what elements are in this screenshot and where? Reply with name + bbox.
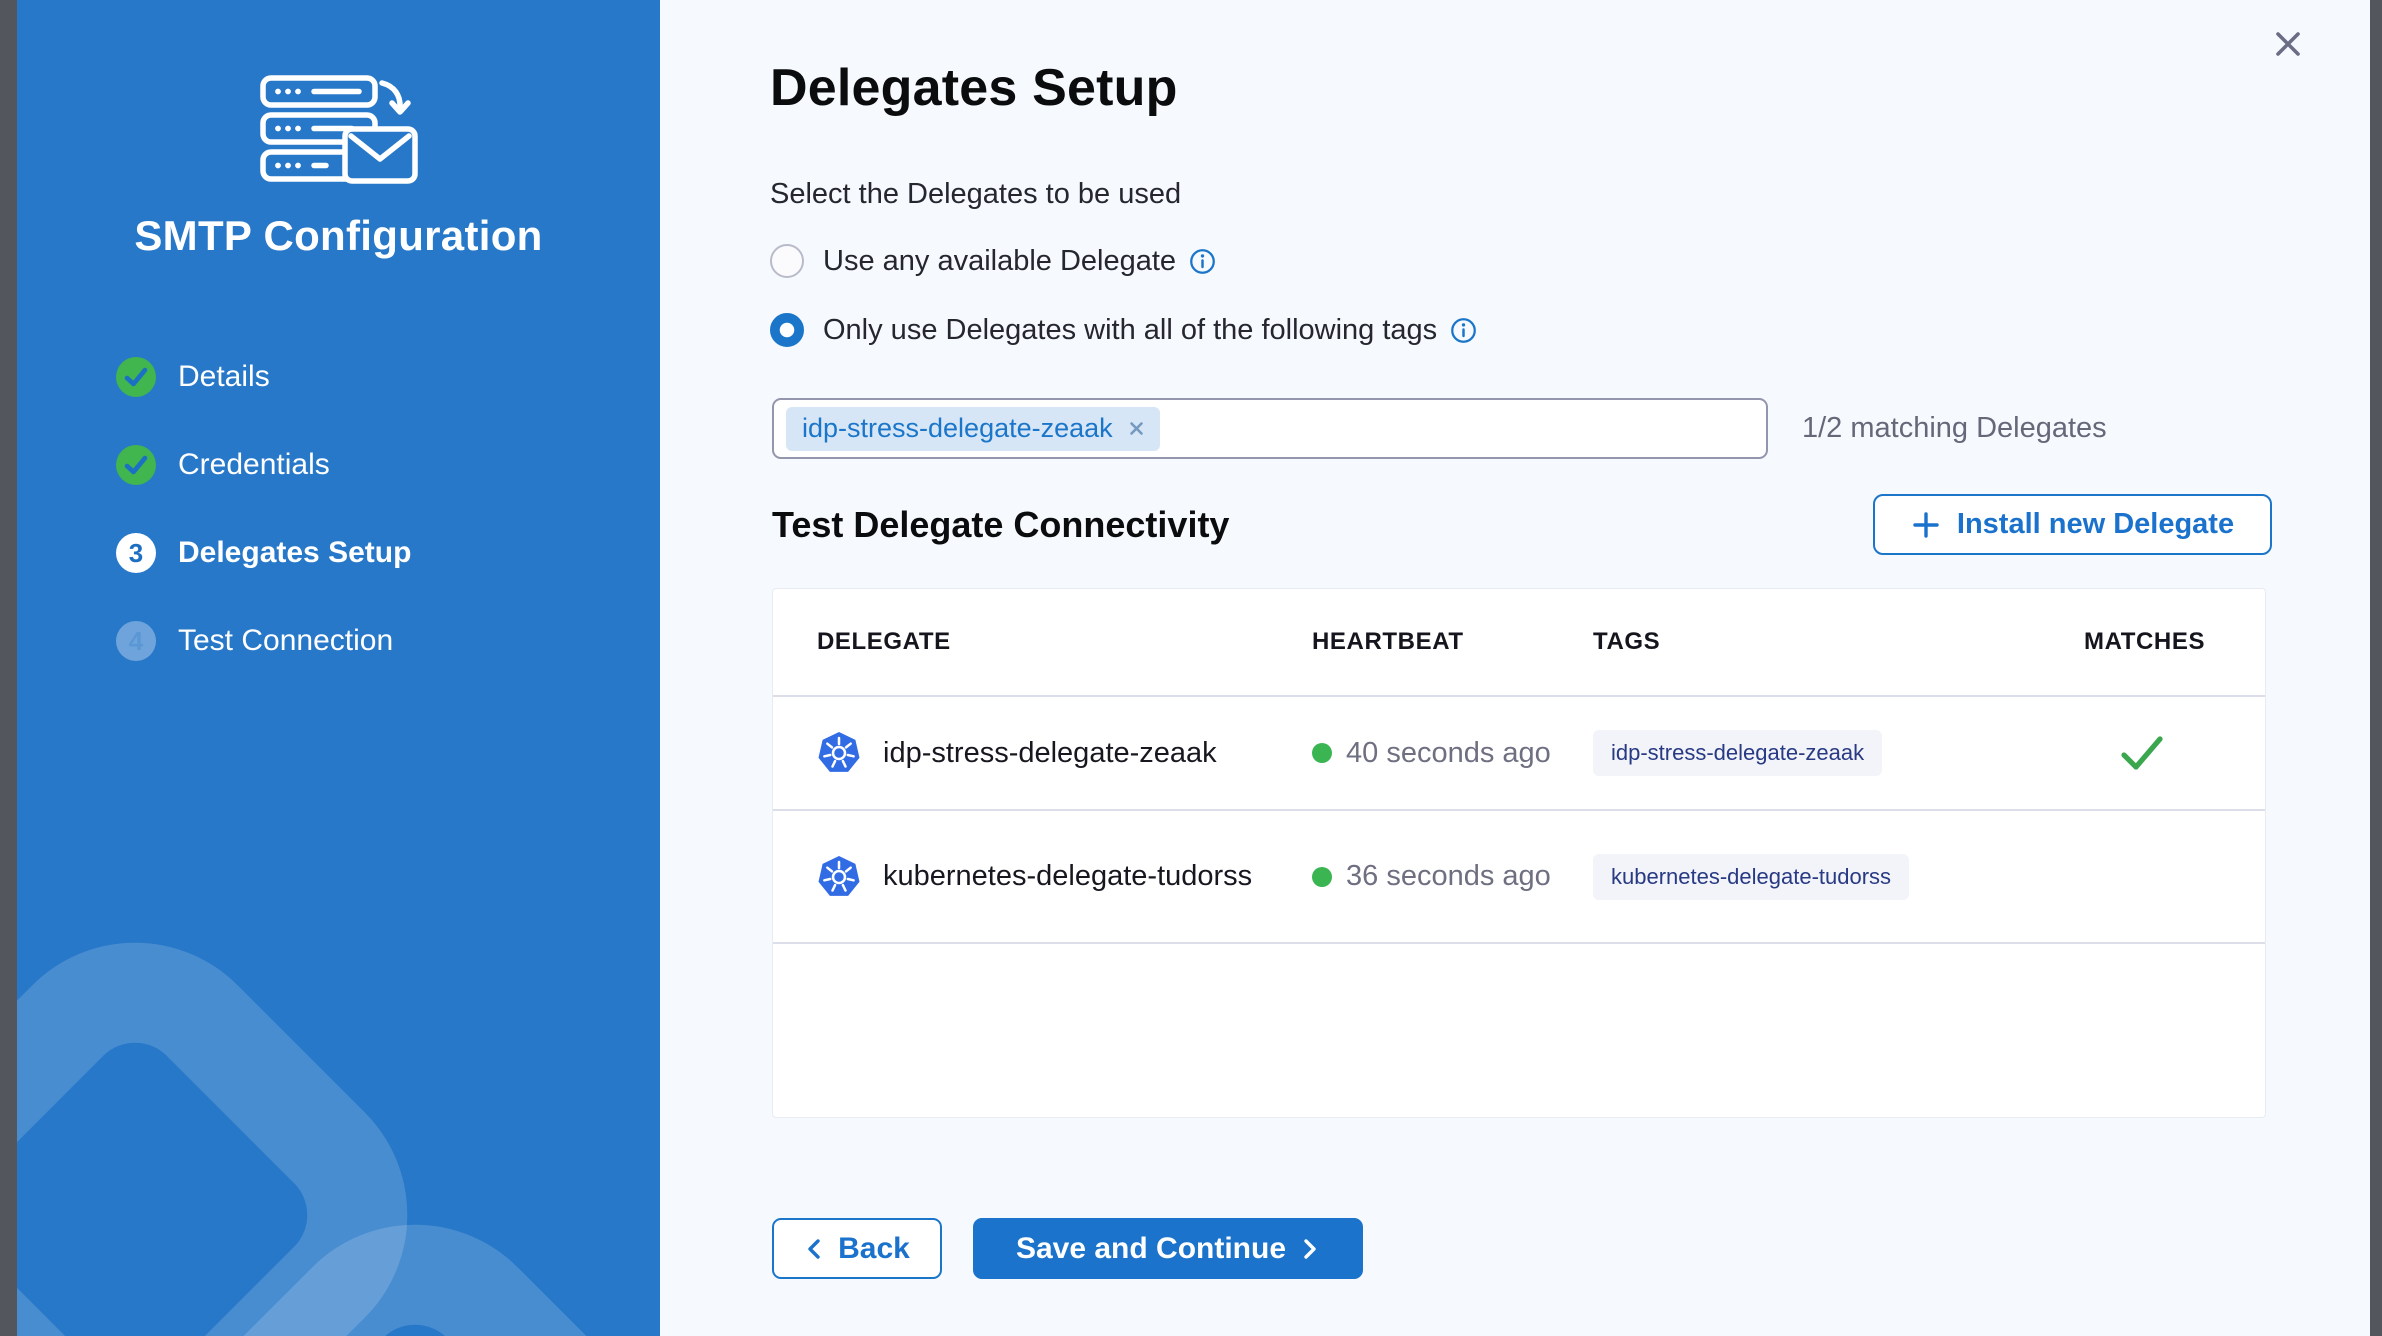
connectivity-section-header: Test Delegate Connectivity Install new D… — [772, 494, 2272, 555]
step-label: Details — [178, 360, 270, 394]
save-and-continue-button[interactable]: Save and Continue — [973, 1218, 1363, 1279]
page-subtitle: Select the Delegates to be used — [770, 178, 1181, 211]
radio-label: Use any available Delegate — [823, 245, 1176, 278]
heartbeat-time: 40 seconds ago — [1346, 737, 1551, 770]
delegate-name: idp-stress-delegate-zeaak — [883, 737, 1217, 770]
heartbeat-cell: 40 seconds ago — [1312, 737, 1593, 770]
delegate-tag: idp-stress-delegate-zeaak — [1593, 730, 1882, 776]
radio-any-delegate[interactable]: Use any available Delegate — [770, 243, 1477, 279]
delegate-tags-row: idp-stress-delegate-zeaak 1/2 matching D… — [772, 398, 2107, 459]
wizard-steps: Details Credentials 3 Delegates Setup 4 … — [116, 357, 411, 709]
step-label: Test Connection — [178, 624, 393, 658]
radio-label: Only use Delegates with all of the follo… — [823, 314, 1437, 347]
chevron-right-icon — [1300, 1236, 1320, 1262]
step-delegates-setup[interactable]: 3 Delegates Setup — [116, 533, 411, 573]
radio-delegates-with-tags[interactable]: Only use Delegates with all of the follo… — [770, 312, 1477, 348]
radio-unselected[interactable] — [770, 244, 804, 278]
step-details[interactable]: Details — [116, 357, 411, 397]
install-new-delegate-button[interactable]: Install new Delegate — [1873, 494, 2272, 555]
table-row[interactable]: kubernetes-delegate-tudorss 36 seconds a… — [773, 811, 2265, 944]
step-completed-check-icon — [116, 445, 156, 485]
harness-logo-watermark — [17, 776, 660, 1336]
column-header-matches: MATCHES — [2084, 628, 2205, 656]
column-header-delegate: DELEGATE — [817, 628, 1312, 656]
table-row[interactable]: idp-stress-delegate-zeaak 40 seconds ago… — [773, 697, 2265, 811]
delegate-tag: kubernetes-delegate-tudorss — [1593, 854, 1909, 900]
heartbeat-status-dot — [1312, 743, 1332, 763]
tag-chip-label: idp-stress-delegate-zeaak — [802, 413, 1113, 444]
heartbeat-time: 36 seconds ago — [1346, 860, 1551, 893]
tag-remove-icon[interactable] — [1127, 419, 1146, 438]
wizard-title: SMTP Configuration — [17, 212, 660, 260]
info-icon[interactable] — [1450, 317, 1477, 344]
column-header-tags: TAGS — [1593, 628, 2084, 656]
info-icon[interactable] — [1189, 248, 1216, 275]
kubernetes-icon — [817, 854, 861, 900]
dimmed-background-right — [2370, 0, 2382, 1336]
delegate-tags-input[interactable]: idp-stress-delegate-zeaak — [772, 398, 1768, 459]
step-credentials[interactable]: Credentials — [116, 445, 411, 485]
page-title: Delegates Setup — [770, 58, 1178, 118]
wizard-sidebar: SMTP Configuration Details Credentials 3… — [17, 0, 660, 1336]
plus-icon — [1911, 510, 1941, 540]
heartbeat-cell: 36 seconds ago — [1312, 860, 1593, 893]
install-button-label: Install new Delegate — [1957, 508, 2234, 541]
step-number: 3 — [116, 533, 156, 573]
table-header-row: DELEGATE HEARTBEAT TAGS MATCHES — [773, 589, 2265, 697]
step-label: Delegates Setup — [178, 536, 411, 570]
delegate-selection-options: Use any available Delegate Only use Dele… — [770, 243, 1477, 381]
delegates-setup-panel: Delegates Setup Select the Delegates to … — [660, 0, 2370, 1336]
back-button-label: Back — [838, 1232, 910, 1266]
wizard-footer: Back Save and Continue — [772, 1218, 1363, 1279]
dimmed-background-left — [0, 0, 17, 1336]
matches-cell — [2084, 734, 2199, 772]
heartbeat-status-dot — [1312, 867, 1332, 887]
delegate-name: kubernetes-delegate-tudorss — [883, 860, 1252, 893]
delegate-cell: kubernetes-delegate-tudorss — [817, 854, 1312, 900]
match-check-icon — [2119, 734, 2165, 772]
connectivity-title: Test Delegate Connectivity — [772, 504, 1229, 546]
column-header-heartbeat: HEARTBEAT — [1312, 628, 1593, 656]
back-button[interactable]: Back — [772, 1218, 942, 1279]
delegate-cell: idp-stress-delegate-zeaak — [817, 730, 1312, 776]
save-button-label: Save and Continue — [1016, 1232, 1286, 1266]
close-icon[interactable] — [2266, 22, 2310, 66]
tag-chip: idp-stress-delegate-zeaak — [786, 407, 1160, 451]
chevron-left-icon — [804, 1236, 824, 1262]
step-test-connection[interactable]: 4 Test Connection — [116, 621, 411, 661]
step-number: 4 — [116, 621, 156, 661]
smtp-servers-mail-icon — [17, 75, 660, 187]
delegates-table: DELEGATE HEARTBEAT TAGS MATCHES — [772, 588, 2266, 1118]
radio-selected[interactable] — [770, 313, 804, 347]
matching-delegates-count: 1/2 matching Delegates — [1802, 412, 2107, 445]
tags-cell: kubernetes-delegate-tudorss — [1593, 854, 2084, 900]
kubernetes-icon — [817, 730, 861, 776]
tags-cell: idp-stress-delegate-zeaak — [1593, 730, 2084, 776]
step-completed-check-icon — [116, 357, 156, 397]
step-label: Credentials — [178, 448, 330, 482]
